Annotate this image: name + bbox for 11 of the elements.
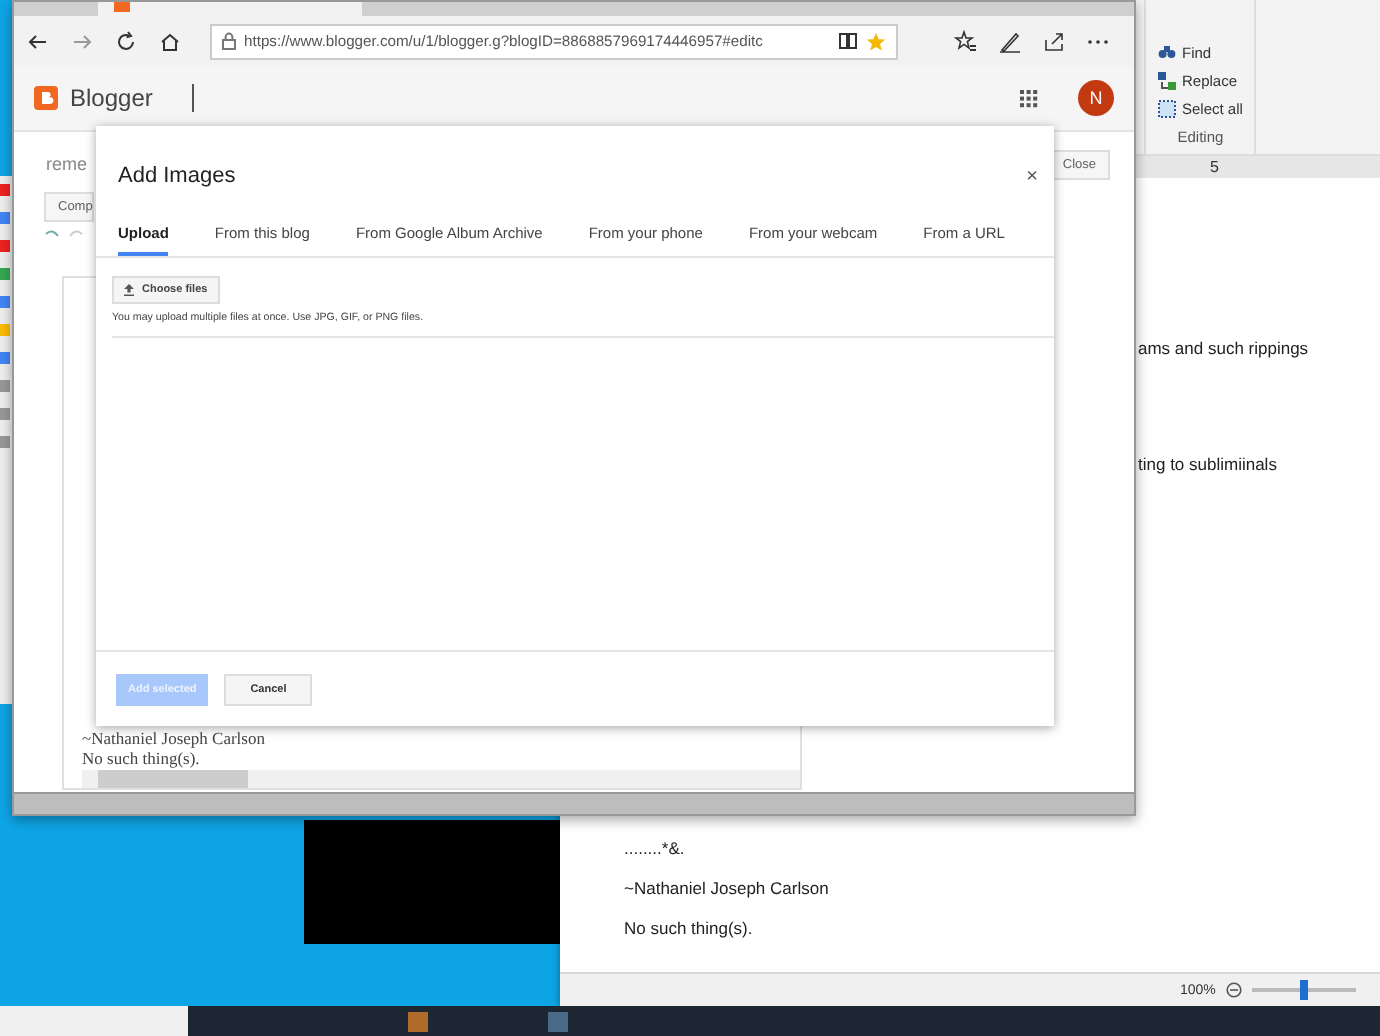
document-text: ~Nathaniel Joseph Carlson (622, 878, 831, 898)
post-title: reme (46, 154, 88, 174)
app-name: Blogger (70, 84, 153, 112)
editor-text: No such thing(s). (82, 748, 202, 768)
document-text: ams and such rippings (1136, 338, 1311, 358)
document-text: No such thing(s). (622, 918, 755, 938)
document-text: ........*&. (622, 838, 687, 858)
dialog-title: Add Images (118, 164, 236, 188)
document-text: ting to sublimiinals (1136, 454, 1279, 474)
editor-text: ~Nathaniel Joseph Carlson (82, 728, 267, 748)
ruler-number: 5 (1210, 158, 1219, 176)
